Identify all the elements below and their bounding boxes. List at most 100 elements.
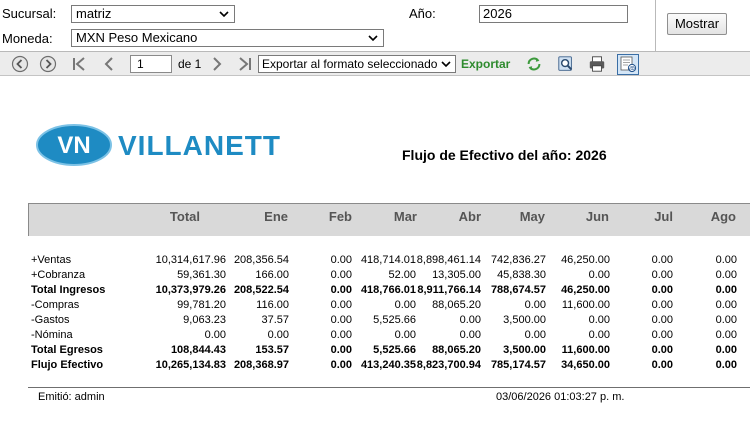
table-cell: 13,305.00: [432, 269, 481, 281]
table-row: -Gastos 9,063.23 37.57 0.00 5,525.66 0.00 3,50…: [0, 313, 750, 328]
prev-circle-icon[interactable]: [39, 55, 57, 73]
refresh-icon[interactable]: [524, 55, 544, 73]
column-header: Abr: [458, 209, 481, 224]
column-header: Mar: [393, 209, 417, 224]
table-row: -Compras 99,781.20 116.00 0.00 0.00 88,065.20…: [0, 298, 750, 313]
table-cell: 10,314,617.96: [155, 254, 226, 266]
column-header: Jul: [654, 209, 673, 224]
table-cell: 742,836.27: [490, 254, 546, 266]
print-icon[interactable]: [587, 55, 607, 73]
table-cell: 0.00: [715, 344, 737, 356]
table-cell: 0.00: [588, 329, 610, 341]
table-cell: 0.00: [651, 344, 673, 356]
table-cell: 0.00: [651, 269, 673, 281]
table-cell: 418,714.01: [360, 254, 416, 266]
column-header: Feb: [328, 209, 352, 224]
chevron-down-icon: [441, 61, 451, 68]
logo-mark-icon: VN VILLANETT: [36, 124, 280, 166]
svg-text:@: @: [629, 66, 635, 72]
table-cell: 0.00: [394, 299, 416, 311]
table-cell: 166.00: [255, 269, 289, 281]
sucursal-label: Sucursal:: [2, 6, 57, 21]
table-cell: 59,361.30: [177, 269, 226, 281]
table-cell: 0.00: [330, 284, 352, 296]
table-cell: 0.00: [651, 254, 673, 266]
table-cell: 10,265,134.83: [155, 359, 226, 371]
table-cell: 0.00: [204, 329, 226, 341]
row-label: +Ventas: [31, 254, 72, 266]
table-cell: 37.57: [261, 314, 289, 326]
column-header: Ene: [264, 209, 288, 224]
first-circle-icon[interactable]: [11, 55, 29, 73]
table-row: Total Ingresos 10,373,979.26 208,522.54 0.0…: [0, 283, 750, 298]
table-cell: 8,898,461.14: [416, 254, 481, 266]
chevron-down-icon: [219, 11, 229, 18]
zoom-icon[interactable]: [556, 55, 576, 73]
report-toolbar: 1 de 1 Exportar al formato seleccionado …: [0, 51, 750, 76]
table-cell: 0.00: [651, 299, 673, 311]
next-page-icon[interactable]: [208, 55, 226, 73]
table-cell: 3,500.00: [503, 344, 546, 356]
moneda-select[interactable]: MXN Peso Mexicano: [71, 29, 384, 47]
table-cell: 3,500.00: [503, 314, 546, 326]
column-header: Jun: [585, 209, 609, 224]
table-cell: 208,368.97: [233, 359, 289, 371]
table-row: +Ventas 10,314,617.96 208,356.54 0.00 418,71…: [0, 253, 750, 268]
table-cell: 0.00: [459, 329, 481, 341]
row-label: Total Ingresos: [31, 284, 106, 296]
table-cell: 0.00: [330, 344, 352, 356]
export-link[interactable]: Exportar: [461, 57, 510, 71]
table-cell: 153.57: [255, 344, 289, 356]
row-label: Total Egresos: [31, 344, 103, 356]
last-page-icon[interactable]: [236, 55, 254, 73]
row-label: Flujo Efectivo: [31, 359, 104, 371]
table-cell: 0.00: [651, 314, 673, 326]
report-title: Flujo de Efectivo del año: 2026: [402, 147, 607, 163]
row-label: -Gastos: [31, 314, 70, 326]
table-cell: 0.00: [715, 269, 737, 281]
table-cell: 8,911,766.14: [417, 284, 481, 296]
table-cell: 418,766.01: [360, 284, 416, 296]
sucursal-select[interactable]: matriz: [71, 5, 235, 23]
table-cell: 0.00: [588, 269, 610, 281]
table-cell: 34,650.00: [561, 359, 610, 371]
page-number-input[interactable]: 1: [130, 55, 172, 73]
table-cell: 10,373,979.26: [155, 284, 226, 296]
table-cell: 0.00: [715, 329, 737, 341]
table-cell: 5,525.66: [373, 314, 416, 326]
table-cell: 11,600.00: [561, 344, 610, 356]
table-cell: 0.00: [330, 359, 352, 371]
row-label: -Compras: [31, 299, 80, 311]
company-logo: VN VILLANETT: [36, 121, 298, 169]
divider: [28, 387, 750, 388]
export-format-select[interactable]: Exportar al formato seleccionado: [258, 55, 456, 73]
mostrar-button[interactable]: Mostrar: [667, 13, 727, 35]
table-cell: 88,065.20: [432, 344, 481, 356]
sucursal-value: matriz: [76, 6, 112, 21]
table-cell: 0.00: [715, 359, 737, 371]
table-cell: 108,844.43: [170, 344, 226, 356]
parameters-area: Sucursal: matriz Moneda: MXN Peso Mexica…: [0, 0, 750, 51]
table-cell: 0.00: [459, 314, 481, 326]
table-cell: 0.00: [715, 284, 737, 296]
prev-page-icon[interactable]: [100, 55, 118, 73]
table-cell: 0.00: [330, 299, 352, 311]
table-cell: 208,522.54: [233, 284, 289, 296]
table-row: -Nómina 0.00 0.00 0.00 0.00 0.00 0.00 0.00 0.00 0…: [0, 328, 750, 343]
table-cell: 0.00: [588, 314, 610, 326]
table-cell: 5,525.66: [373, 344, 416, 356]
table-cell: 46,250.00: [561, 254, 610, 266]
table-cell: 8,823,700.94: [416, 359, 481, 371]
table-cell: 0.00: [651, 359, 673, 371]
table-cell: 0.00: [330, 269, 352, 281]
table-cell: 785,174.57: [490, 359, 546, 371]
first-page-icon[interactable]: [70, 55, 88, 73]
table-cell: 46,250.00: [561, 284, 610, 296]
table-cell: 0.00: [330, 314, 352, 326]
email-icon[interactable]: @: [617, 54, 639, 75]
anio-input[interactable]: 2026: [479, 5, 628, 23]
table-cell: 52.00: [388, 269, 416, 281]
chevron-down-icon: [368, 35, 378, 42]
table-cell: 0.00: [267, 329, 289, 341]
table-cell: 45,838.30: [497, 269, 546, 281]
